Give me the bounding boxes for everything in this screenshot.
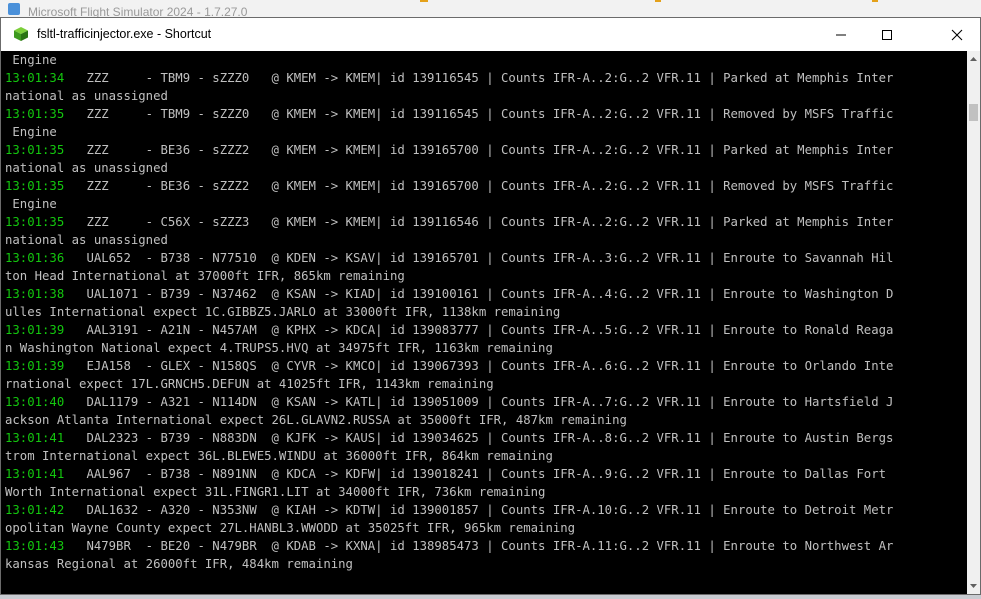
console-line: 13:01:39 EJA158 - GLEX - N158QS @ CYVR -… <box>5 357 967 375</box>
console-line: Engine <box>5 51 967 69</box>
app-icon <box>8 3 20 15</box>
console-line: 13:01:43 N479BR - BE20 - N479BR @ KDAB -… <box>5 537 967 555</box>
console-line: ton Head International at 37000ft IFR, 8… <box>5 267 967 285</box>
chevron-up-icon <box>970 57 977 61</box>
log-text: ZZZ - BE36 - sZZZ2 @ KMEM -> KMEM| id 13… <box>64 179 894 193</box>
timestamp: 13:01:38 <box>5 287 65 301</box>
timestamp: 13:01:39 <box>5 323 65 337</box>
log-text: AAL967 - B738 - N891NN @ KDCA -> KDFW| i… <box>64 467 887 481</box>
log-text: kansas Regional at 26000ft IFR, 484km re… <box>5 557 353 571</box>
console-line: 13:01:34 ZZZ - TBM9 - sZZZ0 @ KMEM -> KM… <box>5 69 967 87</box>
console-line: 13:01:35 ZZZ - TBM9 - sZZZ0 @ KMEM -> KM… <box>5 105 967 123</box>
log-text: n Washington National expect 4.TRUPS5.HV… <box>5 341 553 355</box>
close-button[interactable] <box>934 18 980 51</box>
timestamp: 13:01:35 <box>5 143 65 157</box>
maximize-button[interactable] <box>864 18 910 51</box>
log-text: national as unassigned <box>5 89 168 103</box>
log-text: ZZZ - TBM9 - sZZZ0 @ KMEM -> KMEM| id 13… <box>64 107 894 121</box>
log-text: AAL3191 - A21N - N457AM @ KPHX -> KDCA| … <box>64 323 894 337</box>
background-accent <box>872 0 878 2</box>
log-text: DAL1632 - A320 - N353NW @ KIAH -> KDTW| … <box>64 503 894 517</box>
log-text: Engine <box>5 53 57 67</box>
timestamp: 13:01:43 <box>5 539 65 553</box>
log-text: rnational expect 17L.GRNCH5.DEFUN at 410… <box>5 377 494 391</box>
log-text: ZZZ - BE36 - sZZZ2 @ KMEM -> KMEM| id 13… <box>64 143 894 157</box>
console-line: 13:01:35 ZZZ - C56X - sZZZ3 @ KMEM -> KM… <box>5 213 967 231</box>
log-text: opolitan Wayne County expect 27L.HANBL3.… <box>5 521 576 535</box>
console-line: national as unassigned <box>5 159 967 177</box>
background-accent <box>655 0 661 2</box>
timestamp: 13:01:40 <box>5 395 65 409</box>
log-text: national as unassigned <box>5 161 168 175</box>
console-line: Worth International expect 31L.FINGR1.LI… <box>5 483 967 501</box>
console-line: 13:01:35 ZZZ - BE36 - sZZZ2 @ KMEM -> KM… <box>5 177 967 195</box>
scroll-down-button[interactable] <box>967 577 980 594</box>
log-text: ton Head International at 37000ft IFR, 8… <box>5 269 405 283</box>
console-window: fsltl-trafficinjector.exe - Shortcut Eng… <box>0 17 981 595</box>
background-accent <box>420 0 428 2</box>
console-line: national as unassigned <box>5 87 967 105</box>
timestamp: 13:01:35 <box>5 107 65 121</box>
background-window-titlebar[interactable]: Microsoft Flight Simulator 2024 - 1.7.27… <box>0 0 981 18</box>
green-cube-icon <box>14 27 28 41</box>
console-line: 13:01:39 AAL3191 - A21N - N457AM @ KPHX … <box>5 321 967 339</box>
console-line: n Washington National expect 4.TRUPS5.HV… <box>5 339 967 357</box>
log-text: UAL1071 - B739 - N37462 @ KSAN -> KIAD| … <box>64 287 894 301</box>
log-text: Engine <box>5 197 57 211</box>
log-text: ackson Atlanta International expect 26L.… <box>5 413 627 427</box>
scroll-up-button[interactable] <box>967 51 980 68</box>
log-text: Worth International expect 31L.FINGR1.LI… <box>5 485 546 499</box>
console-line: Engine <box>5 195 967 213</box>
console-line: trom International expect 36L.BLEWE5.WIN… <box>5 447 967 465</box>
console-line: 13:01:41 DAL2323 - B739 - N883DN @ KJFK … <box>5 429 967 447</box>
console-line: 13:01:35 ZZZ - BE36 - sZZZ2 @ KMEM -> KM… <box>5 141 967 159</box>
console-line: ackson Atlanta International expect 26L.… <box>5 411 967 429</box>
vertical-scrollbar[interactable] <box>967 51 980 594</box>
timestamp: 13:01:41 <box>5 467 65 481</box>
console-line: national as unassigned <box>5 231 967 249</box>
timestamp: 13:01:42 <box>5 503 65 517</box>
log-text: Engine <box>5 125 57 139</box>
log-text: DAL2323 - B739 - N883DN @ KJFK -> KAUS| … <box>64 431 894 445</box>
console-line: rnational expect 17L.GRNCH5.DEFUN at 410… <box>5 375 967 393</box>
timestamp: 13:01:41 <box>5 431 65 445</box>
timestamp: 13:01:39 <box>5 359 65 373</box>
timestamp: 13:01:36 <box>5 251 65 265</box>
log-text: N479BR - BE20 - N479BR @ KDAB -> KXNA| i… <box>64 539 894 553</box>
log-text: EJA158 - GLEX - N158QS @ CYVR -> KMCO| i… <box>64 359 894 373</box>
window-titlebar[interactable]: fsltl-trafficinjector.exe - Shortcut <box>1 18 980 51</box>
console-line: Engine <box>5 123 967 141</box>
log-text: trom International expect 36L.BLEWE5.WIN… <box>5 449 553 463</box>
timestamp: 13:01:34 <box>5 71 65 85</box>
log-text: ZZZ - TBM9 - sZZZ0 @ KMEM -> KMEM| id 13… <box>64 71 894 85</box>
chevron-down-icon <box>970 584 977 588</box>
maximize-icon <box>882 29 892 40</box>
console-line: 13:01:40 DAL1179 - A321 - N114DN @ KSAN … <box>5 393 967 411</box>
timestamp: 13:01:35 <box>5 179 65 193</box>
console-line: 13:01:41 AAL967 - B738 - N891NN @ KDCA -… <box>5 465 967 483</box>
log-text: national as unassigned <box>5 233 168 247</box>
close-icon <box>951 29 963 40</box>
console-line: opolitan Wayne County expect 27L.HANBL3.… <box>5 519 967 537</box>
console-line: kansas Regional at 26000ft IFR, 484km re… <box>5 555 967 573</box>
log-text: ZZZ - C56X - sZZZ3 @ KMEM -> KMEM| id 13… <box>64 215 894 229</box>
console-line: 13:01:36 UAL652 - B738 - N77510 @ KDEN -… <box>5 249 967 267</box>
scrollbar-thumb[interactable] <box>969 104 978 121</box>
window-title: fsltl-trafficinjector.exe - Shortcut <box>37 27 212 41</box>
timestamp: 13:01:35 <box>5 215 65 229</box>
console-line: ulles International expect 1C.GIBBZ5.JAR… <box>5 303 967 321</box>
log-text: ulles International expect 1C.GIBBZ5.JAR… <box>5 305 561 319</box>
console-output[interactable]: Engine 13:01:34 ZZZ - TBM9 - sZZZ0 @ KMEM… <box>5 51 967 595</box>
log-text: UAL652 - B738 - N77510 @ KDEN -> KSAV| i… <box>64 251 894 265</box>
minimize-icon <box>836 34 846 35</box>
console-line: 13:01:38 UAL1071 - B739 - N37462 @ KSAN … <box>5 285 967 303</box>
console-line: 13:01:42 DAL1632 - A320 - N353NW @ KIAH … <box>5 501 967 519</box>
log-text: DAL1179 - A321 - N114DN @ KSAN -> KATL| … <box>64 395 894 409</box>
minimize-button[interactable] <box>818 18 864 51</box>
